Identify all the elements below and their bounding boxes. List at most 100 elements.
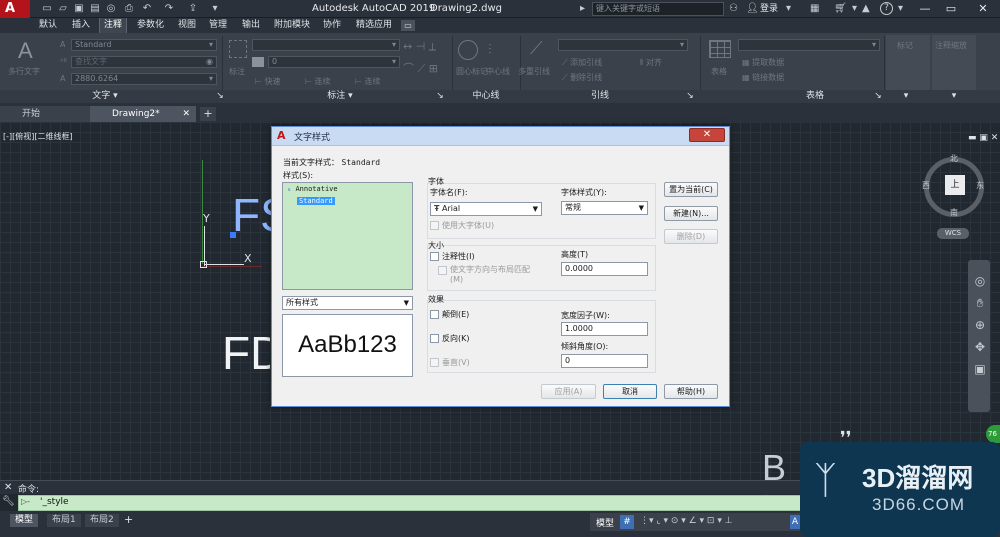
markup-button[interactable]: 标记 [897, 40, 913, 51]
app-logo-button[interactable]: A [0, 0, 30, 18]
tab-parametric[interactable]: 参数化 [133, 18, 168, 33]
login-dropdown-icon[interactable]: ▾ [786, 2, 791, 16]
close-tab-icon[interactable]: ✕ [182, 106, 190, 122]
redo-icon[interactable]: ↷ [162, 2, 176, 15]
help-dropdown-icon[interactable]: ▾ [898, 2, 903, 16]
compass-south[interactable]: 南 [950, 207, 958, 218]
compass-north[interactable]: 北 [950, 153, 958, 164]
status-tools[interactable]: ⋮▾ ⌞ ▾ ⊙ ▾ ∠ ▾ ⊡ ▾ ⊥ [640, 516, 733, 526]
compass-west[interactable]: 西 [922, 180, 930, 191]
tab-addins[interactable]: 附加模块 [270, 18, 314, 33]
grid-icon[interactable]: # [620, 515, 634, 529]
alert-icon[interactable]: ▲ [862, 2, 870, 16]
tab-default[interactable]: 默认 [35, 18, 61, 33]
drawing-text-fd[interactable]: FD [222, 330, 270, 376]
styles-list[interactable]: ▵ Annotative Standard [282, 182, 413, 290]
scale-expand[interactable]: ▾ [944, 90, 964, 103]
store-icon[interactable]: 🛒︎ [834, 2, 847, 16]
undo-icon[interactable]: ↶ [140, 2, 154, 15]
tab-view[interactable]: 视图 [174, 18, 200, 33]
vertical-checkbox[interactable] [430, 358, 439, 367]
customize-icon[interactable]: ▾ [208, 2, 222, 15]
multiline-text-icon[interactable]: A [18, 38, 33, 64]
viewport-window-controls[interactable]: ▬ ▣ ✕ [968, 133, 998, 143]
new-file-icon[interactable]: ▭ [40, 2, 54, 15]
layout-tab-model[interactable]: 模型 [10, 514, 39, 527]
model-space-button[interactable]: 模型 [596, 516, 614, 529]
text-group-label[interactable]: 文字 ▾ [60, 90, 150, 103]
layout-tab-2[interactable]: 布局2 [85, 514, 119, 527]
quick-dim-button[interactable]: ⊢ 快速 [255, 76, 281, 87]
annotation-scale-button[interactable]: 注释缩放 [935, 40, 967, 51]
continue-dim-button-2[interactable]: ⊢ 连续 [355, 76, 381, 87]
link-data-button[interactable]: ▦ 链接数据 [742, 72, 784, 83]
apply-button[interactable]: 应用(A) [541, 384, 596, 399]
markup-expand[interactable]: ▾ [896, 90, 916, 103]
dim-style-dropdown[interactable]: ▾ [252, 39, 400, 51]
tab-featured-apps[interactable]: 精选应用 [352, 18, 396, 33]
tab-manage[interactable]: 管理 [205, 18, 231, 33]
style-item-standard[interactable]: Standard [297, 197, 335, 205]
ribbon-toggle-icon[interactable]: ▭ [401, 20, 415, 31]
upside-down-checkbox[interactable] [430, 310, 439, 319]
style-item-annotative[interactable]: ▵ Annotative [287, 185, 338, 193]
user-icon[interactable]: 👤︎ [746, 2, 759, 16]
annotative-checkbox[interactable] [430, 252, 439, 261]
tab-annotate[interactable]: 注释 [99, 18, 128, 33]
center-mark-icon[interactable] [458, 40, 478, 60]
new-tab-button[interactable]: + [200, 107, 216, 121]
table-style-dropdown[interactable]: ▾ [738, 39, 880, 51]
share-icon[interactable]: ⇪ [186, 2, 200, 15]
multileader-icon[interactable]: ⟋ [530, 38, 543, 59]
table-icon[interactable] [709, 40, 731, 58]
new-style-button[interactable]: 新建(N)... [664, 206, 718, 221]
centerline-button[interactable]: 中心线 [486, 66, 510, 77]
set-current-button[interactable]: 置为当前(C) [664, 182, 718, 197]
save-icon[interactable]: ▣ [72, 2, 86, 15]
width-factor-input[interactable]: 1.0000 [561, 322, 648, 336]
dimension-icon[interactable] [229, 40, 247, 58]
open-file-icon[interactable]: ▱ [56, 2, 70, 15]
dim-tool-icons-2[interactable]: ⌒ ⟋ ⊞ [403, 60, 438, 76]
check-spelling-icon[interactable]: ᴬᴮ [60, 57, 67, 66]
maximize-button[interactable]: ▭ [940, 0, 962, 18]
file-tab-start[interactable]: 开始 [0, 106, 102, 122]
close-button[interactable]: ✕ [966, 0, 1000, 18]
backwards-checkbox[interactable] [430, 334, 439, 343]
help-button[interactable]: 帮助(H) [664, 384, 718, 399]
binoculars-icon[interactable]: ⚇ [729, 2, 738, 16]
multiline-text-button[interactable]: 多行文字 [8, 66, 40, 77]
tab-insert[interactable]: 插入 [68, 18, 94, 33]
help-icon[interactable]: ? [880, 2, 893, 15]
plot-icon[interactable]: ⎙ [122, 2, 136, 15]
text-height-dropdown[interactable]: 2880.6264 ▾ [71, 73, 217, 85]
file-tab-drawing2[interactable]: Drawing2* ✕ [90, 106, 196, 122]
dialog-title-bar[interactable]: A 文字样式 [272, 127, 729, 146]
find-text-input[interactable]: 查找文字 ◉ [71, 56, 217, 68]
extract-data-button[interactable]: ▦ 提取数据 [742, 57, 784, 68]
add-layout-button[interactable]: + [124, 513, 133, 526]
compass-east[interactable]: 东 [976, 180, 984, 191]
height-input[interactable]: 0.0000 [561, 262, 648, 276]
multileader-button[interactable]: 多重引线 [518, 66, 550, 77]
dimension-button[interactable]: 标注 [229, 66, 245, 77]
viewport-controls[interactable]: [-][俯视][二维线框] [3, 131, 73, 142]
dim-layer-dropdown[interactable]: 0 ▾ [268, 56, 400, 68]
dim-group-label[interactable]: 标注 ▾ [300, 90, 380, 103]
centerline-icon[interactable]: ⫶ [488, 42, 492, 58]
text-grip[interactable] [230, 232, 236, 238]
save-as-icon[interactable]: ▤ [88, 2, 102, 15]
bigfont-checkbox[interactable] [430, 221, 439, 230]
drawing-text-fs[interactable]: FS [232, 192, 272, 238]
search-arrow-icon[interactable]: ▸ [580, 2, 585, 16]
login-button[interactable]: 登录 [760, 2, 778, 16]
align-leader-button[interactable]: ⫴ 对齐 [640, 57, 662, 68]
remove-leader-button[interactable]: ⟋ 删除引线 [562, 72, 602, 83]
command-customize-icon[interactable]: 🔧︎ [2, 496, 16, 510]
web-icon[interactable]: ◎ [104, 2, 118, 15]
search-input[interactable]: 键入关键字或短语 [592, 2, 724, 16]
font-style-select[interactable]: 常规 ▼ [561, 201, 648, 215]
status-badge[interactable]: 76 [986, 425, 1000, 443]
dim-group-launcher[interactable]: ↘ [425, 90, 455, 103]
font-name-select[interactable]: Ŧ Arial ▼ [430, 202, 542, 216]
